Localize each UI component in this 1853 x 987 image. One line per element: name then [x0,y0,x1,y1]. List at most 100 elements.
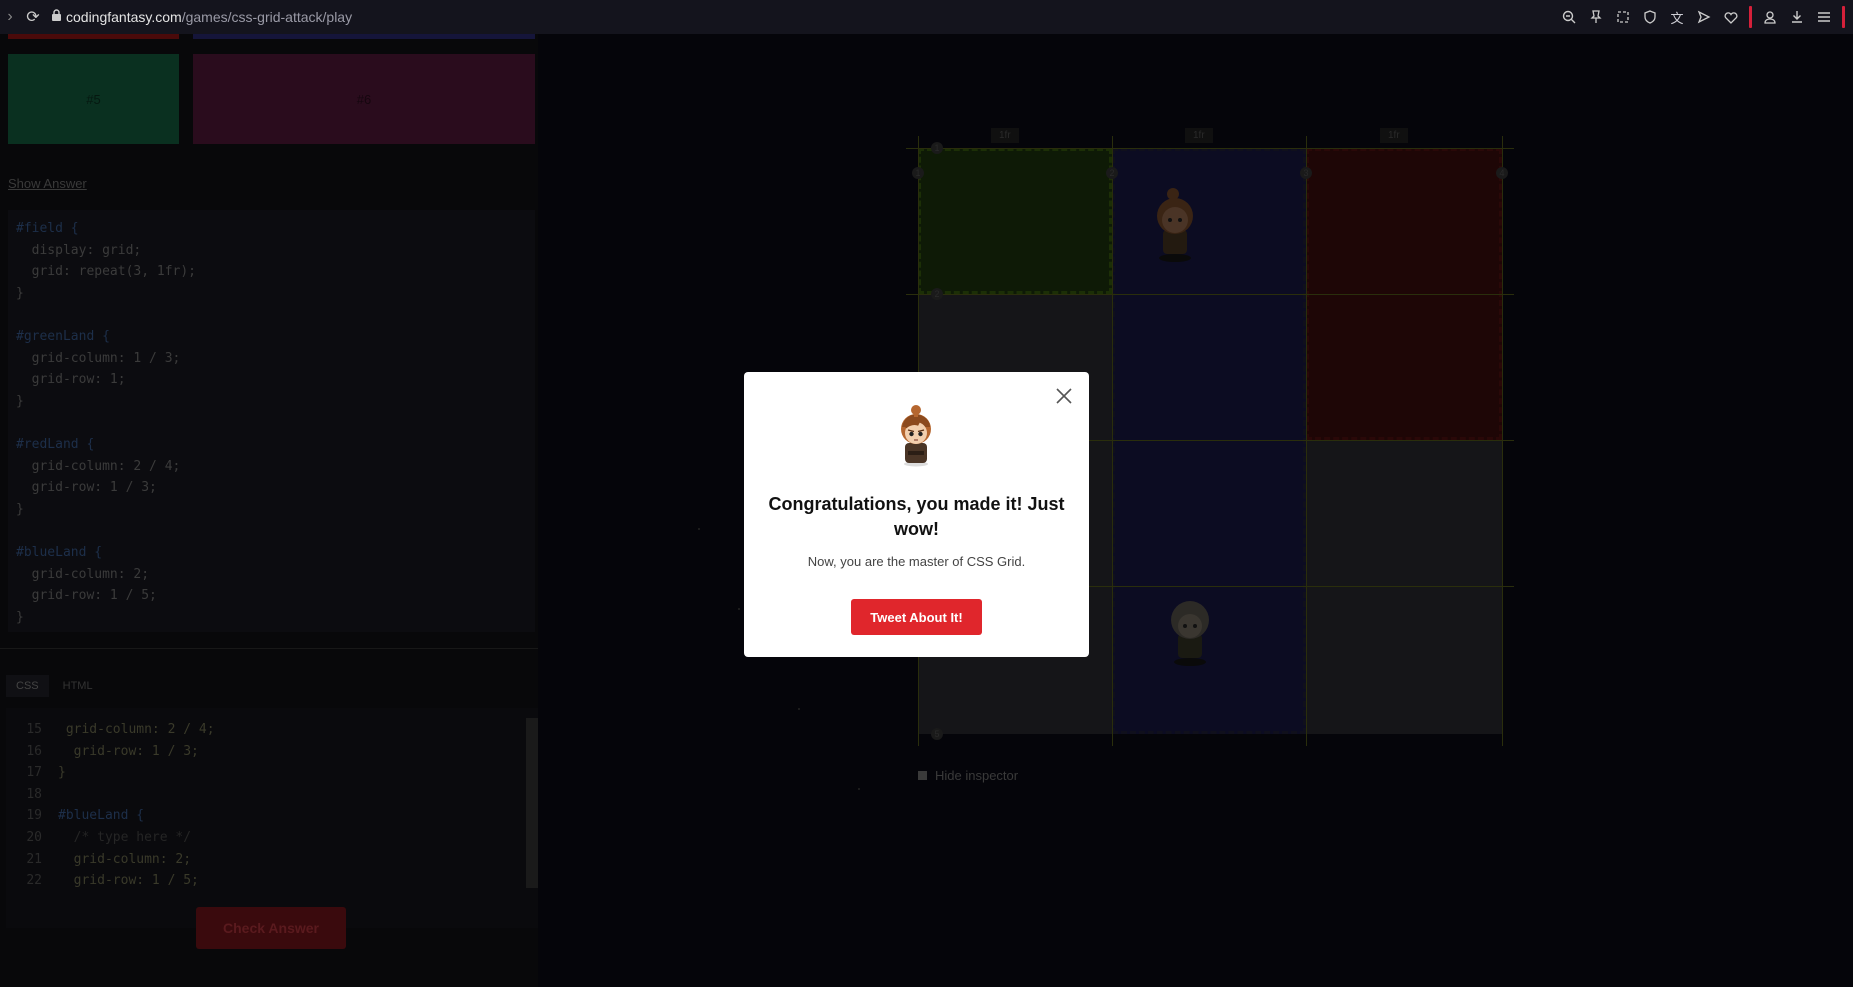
editor-line: 15 grid-column: 2 / 4; [6,719,215,741]
heart-icon[interactable] [1722,8,1740,26]
editor-line: 16 grid-row: 1 / 3; [6,741,199,763]
warrior-girl-icon [1157,188,1193,262]
code-line: #redLand { [16,436,95,452]
code-line: grid-row: 1 / 3; [16,480,157,496]
tile-strip-red [8,34,179,39]
fr-label: 1fr [991,128,1019,143]
check-answer-button[interactable]: Check Answer [196,907,346,949]
editor-line: 17} [6,762,66,784]
grid-line [1502,136,1503,746]
menu-icon[interactable] [1815,8,1833,26]
col-number: 3 [1300,167,1312,179]
code-line: } [16,393,24,409]
css-editor[interactable]: 15 grid-column: 2 / 4; 16 grid-row: 1 / … [6,708,538,928]
line-number: 21 [26,851,42,867]
show-answer-link[interactable]: Show Answer [8,176,87,191]
row-number: 5 [931,728,943,740]
browser-toolbar: › ⟳ codingfantasy.com/games/css-grid-att… [0,0,1853,34]
editor-line: 21 grid-column: 2; [6,849,191,871]
elf-warrior-icon [1171,601,1209,666]
hide-inspector-label: Hide inspector [935,768,1019,783]
address-bar[interactable]: codingfantasy.com/games/css-grid-attack/… [66,9,352,25]
fr-label: 1fr [1380,128,1408,143]
answer-code: #field { display: grid; grid: repeat(3, … [8,210,535,632]
line-text: grid-column: 2; [58,851,192,867]
reload-icon[interactable]: ⟳ [20,7,46,27]
shield-icon[interactable] [1641,8,1659,26]
editor-line: 19 #blueLand { [6,805,144,827]
fr-label: 1fr [1185,128,1213,143]
particle [858,788,860,790]
grey-zone-right [1306,440,1502,734]
code-line: grid-column: 1 / 3; [16,350,181,366]
row-number: 1 [931,142,943,154]
code-line: } [16,609,24,625]
line-number: 16 [26,743,42,759]
editor-line: 18 [6,784,58,806]
toolbar-icons: 文 [1560,0,1845,34]
code-line: grid-column: 2; [16,566,150,582]
col-number: 4 [1496,167,1508,179]
url-domain: codingfantasy.com [66,9,182,25]
url-path: /games/css-grid-attack/play [181,9,353,25]
code-line: grid-row: 1 / 5; [16,588,157,604]
editor-scrollbar[interactable] [526,718,538,888]
screenshot-icon[interactable] [1614,8,1632,26]
code-line: #blueLand { [16,544,103,560]
line-text: #blueLand { [58,808,145,824]
pin-icon[interactable] [1587,8,1605,26]
hide-inspector-checkbox[interactable] [918,771,927,780]
translate-icon[interactable]: 文 [1668,8,1686,26]
line-text: grid-row: 1 / 5; [58,873,199,889]
lock-icon [46,9,66,25]
particle [798,708,800,710]
line-text: grid-column: 2 / 4; [58,722,215,737]
grid-line [1306,136,1307,746]
editor-tabs: CSS HTML [6,675,103,697]
tile-5: #5 [8,54,179,144]
particle [698,528,700,530]
left-panel: #5 #6 Show Answer #field { display: grid… [0,34,538,987]
line-number: 19 [26,808,42,824]
grid-line [906,148,1514,149]
code-line: #field { [16,221,79,236]
line-number: 17 [26,765,42,781]
close-icon[interactable] [1053,385,1075,407]
account-icon[interactable] [1761,8,1779,26]
warrior-girl-avatar-icon [901,405,931,467]
editor-line: 22 grid-row: 1 / 5; [6,870,199,892]
toolbar-separator [1749,6,1752,28]
panel-divider [0,648,538,649]
line-text: /* type here */ [58,830,192,845]
line-text: grid-row: 1 / 3; [58,743,199,759]
modal-subtitle: Now, you are the master of CSS Grid. [807,554,1026,569]
code-line: grid: repeat(3, 1fr); [16,264,197,280]
tab-css[interactable]: CSS [6,675,49,697]
forward-icon[interactable]: › [0,8,20,26]
editor-line: 20 /* type here */ [6,827,191,849]
line-number: 22 [26,873,42,889]
download-icon[interactable] [1788,8,1806,26]
line-number: 18 [26,786,42,802]
particle [738,608,740,610]
modal-title: Congratulations, you made it! Just wow! [768,494,1065,539]
send-icon[interactable] [1695,8,1713,26]
toolbar-edge-marker [1842,6,1845,28]
col-number: 2 [1106,167,1118,179]
line-number: 20 [26,830,42,845]
hide-inspector-toggle[interactable]: Hide inspector [918,768,1018,783]
code-line: #greenLand { [16,328,110,344]
tab-html[interactable]: HTML [53,675,103,697]
grid-line [906,294,1514,295]
row-number: 2 [931,288,943,300]
tweet-button[interactable]: Tweet About It! [851,599,982,635]
line-number: 15 [26,722,42,737]
col-number: 1 [912,167,924,179]
grid-line [1112,136,1113,746]
code-line: } [16,501,24,517]
code-line: grid-column: 2 / 4; [16,458,181,474]
code-line: } [16,285,24,301]
line-text: } [58,765,66,781]
zoom-out-icon[interactable] [1560,8,1578,26]
green-land [918,148,1112,294]
